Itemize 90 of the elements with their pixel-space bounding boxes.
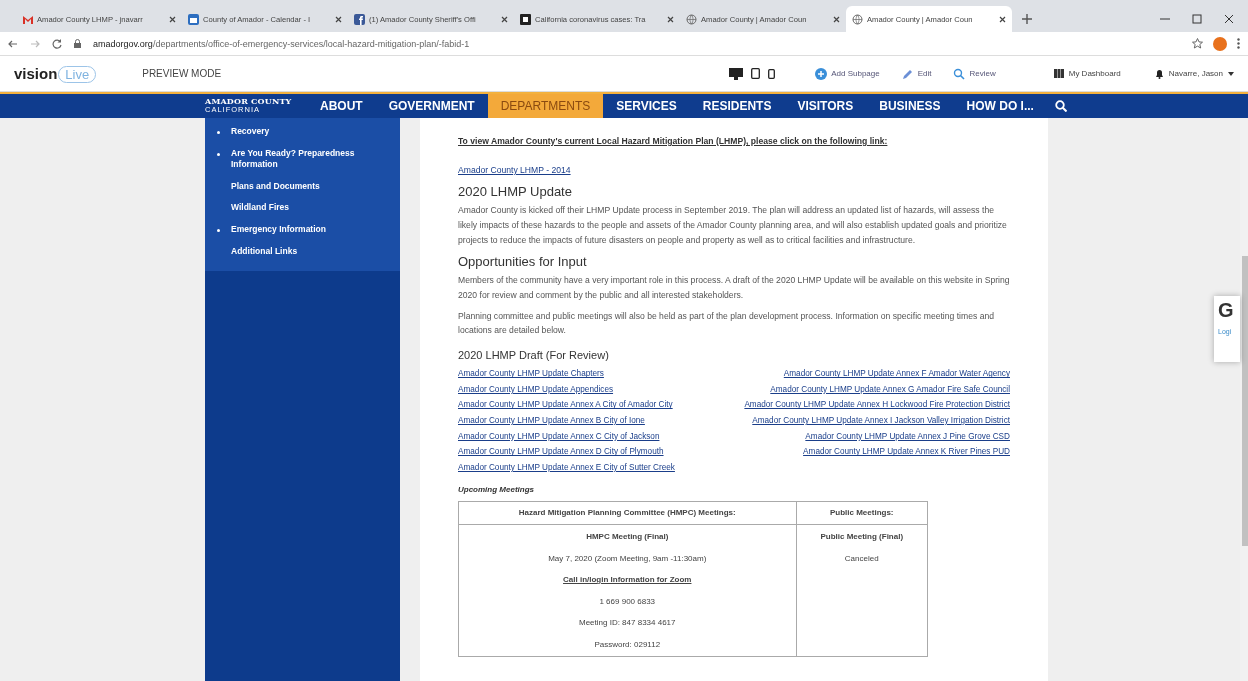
avatar-icon[interactable] [1213, 36, 1227, 51]
sidebar-item[interactable]: Plans and Documents [205, 175, 400, 198]
monitor-icon[interactable] [729, 67, 744, 80]
nav-item[interactable]: HOW DO I... [953, 94, 1047, 118]
visionlive-logo[interactable]: vision Live [14, 64, 97, 83]
plan-link[interactable]: Amador County LHMP - 2014 [458, 162, 571, 178]
paragraph: Amador County is kicked off their LHMP Update process in September 2019. The plan will address an updated list of hazards, will assess the likely impacts of these hazards to the people and assets of the Amador County planning area, and will also establish updated goals and prioritize projects to reduce the impacts of future disasters on people and property as well as to critical facilities and infrastructure. [458, 204, 1008, 247]
nav-item[interactable]: GOVERNMENT [375, 94, 488, 118]
grid-icon [1053, 69, 1064, 78]
maximize-icon[interactable] [1192, 14, 1202, 24]
dashboard-link[interactable]: My Dashboard [1053, 69, 1121, 78]
close-icon[interactable] [999, 15, 1006, 23]
nav-item[interactable]: RESIDENTS [689, 94, 785, 118]
mode-label: PREVIEW MODE [142, 68, 222, 79]
bullet-icon [216, 153, 220, 157]
bullet-icon [216, 131, 220, 134]
scrollbar-thumb[interactable] [1242, 256, 1248, 546]
document-link[interactable]: Amador County LHMP Update Appendices [458, 381, 614, 398]
column-header: Public Meetings: [796, 501, 928, 525]
bullet-icon [216, 228, 220, 232]
section-heading: Opportunities for Input [458, 253, 588, 272]
toolbar-button[interactable]: Review [953, 67, 996, 80]
widget-title: G [1218, 300, 1235, 320]
facebook-icon [354, 13, 365, 25]
column-header: Hazard Mitigation Planning Committee (HMPC) Meetings: [458, 501, 796, 525]
zoom-info-link[interactable]: Call in/login Information for Zoom [460, 569, 795, 591]
search-icon[interactable] [1054, 100, 1067, 112]
close-icon[interactable] [501, 15, 508, 23]
more-icon[interactable] [1237, 38, 1240, 49]
sidebar-item[interactable]: Additional Links [205, 241, 400, 263]
table-cell-text: May 7, 2020 (Zoom Meeting, 9am -11:30am) [547, 552, 708, 565]
section-heading: 2020 LHMP Draft (For Review) [458, 347, 610, 363]
document-link[interactable]: Amador County LHMP Update Annex G Amador Fire Safe Council [770, 381, 1010, 398]
document-link[interactable]: Amador County LHMP Update Annex K River Pines PUD [803, 444, 1010, 460]
globe-icon [686, 13, 697, 25]
close-icon[interactable] [1224, 14, 1234, 24]
toolbar-button[interactable]: Edit [901, 67, 932, 80]
globe-icon [852, 13, 863, 25]
document-link[interactable]: Amador County LHMP Update Annex H Lockwood Fire Protection District [744, 397, 1010, 414]
sidebar-item[interactable]: Are You Ready? Preparedness Information [205, 143, 400, 176]
close-icon[interactable] [335, 15, 342, 23]
toolbar-button[interactable]: Add Subpage [815, 67, 880, 80]
document-link[interactable]: Amador County LHMP Update Chapters [458, 366, 604, 382]
table-cell-text: Public Meeting (Final) [819, 531, 905, 543]
table-cell-text: Meeting ID: 847 8334 4617 [578, 617, 677, 629]
tablet-icon[interactable] [751, 68, 761, 79]
plus-icon[interactable] [1022, 14, 1032, 24]
close-icon[interactable] [667, 15, 674, 23]
reload-icon[interactable] [52, 38, 62, 49]
nav-item[interactable]: DEPARTMENTS [487, 94, 604, 118]
intro-link[interactable]: To view Amador County's current Local Hazard Mitigation Plan (LHMP), please click on the following link: [458, 134, 888, 149]
lock-icon [74, 39, 81, 48]
section-heading: 2020 LHMP Update [458, 183, 573, 202]
nav-item[interactable]: ABOUT [307, 94, 376, 118]
back-icon[interactable] [8, 38, 18, 49]
plus-circle-icon [815, 67, 828, 80]
close-icon[interactable] [169, 15, 176, 23]
user-menu[interactable]: Navarre, Jason [1154, 68, 1234, 79]
document-link[interactable]: Amador County LHMP Update Annex F Amador Water Agency [783, 366, 1010, 382]
close-icon[interactable] [833, 15, 840, 23]
document-link[interactable]: Amador County LHMP Update Annex C City of Jackson [458, 428, 660, 445]
bell-icon [1154, 68, 1164, 79]
search-icon [953, 67, 966, 80]
nav-item[interactable]: VISITORS [784, 94, 867, 118]
phone-icon[interactable] [768, 68, 776, 79]
caret-icon[interactable] [1228, 71, 1234, 76]
document-link[interactable]: Amador County LHMP Update Annex I Jackson Valley Irrigation District [752, 413, 1010, 429]
address-field[interactable]: amadorgov.org/departments/office-of-emergency-services/local-hazard-mitigation-plan/-fabid-1 [93, 38, 470, 49]
document-link[interactable]: Amador County LHMP Update Annex J Pine Grove CSD [805, 428, 1010, 445]
mail-icon [22, 13, 33, 25]
pencil-icon [901, 67, 914, 80]
paragraph: Planning committee and public meetings will also be held as part of the plan development process. Information on specific meeting times and locations are detailed below. [458, 309, 995, 338]
nav-item[interactable]: SERVICES [603, 94, 690, 118]
table-cell-text: HMPC Meeting (Final) [585, 531, 670, 543]
table-cell-text: 1 669 900 6833 [598, 595, 657, 608]
square-logo-icon [520, 13, 531, 25]
calendar-icon [188, 13, 199, 25]
document-link[interactable]: Amador County LHMP Update Annex A City of Amador City [458, 397, 673, 414]
document-link[interactable]: Amador County LHMP Update Annex D City of Plymouth [458, 444, 664, 460]
star-icon[interactable] [1192, 38, 1203, 49]
table-cell-text: Canceled [843, 552, 880, 565]
document-link[interactable]: Amador County LHMP Update Annex B City of Ione [458, 413, 645, 429]
document-link[interactable]: Amador County LHMP Update Annex E City of Sutter Creek [458, 459, 675, 476]
table-cell-text: Password: 029112 [593, 638, 662, 651]
sidebar-item[interactable]: Emergency Information [205, 218, 400, 241]
sidebar-item[interactable]: Recovery [205, 121, 400, 144]
nav-item[interactable]: BUSINESS [866, 94, 954, 118]
paragraph: Members of the community have a very important role in this process. A draft of the 2020 LHMP Update will be available on this website in Spring 2020 for review and comment by the public and all interested stakeholders. [458, 274, 1010, 303]
sidebar-item[interactable]: Wildland Fires [205, 197, 400, 219]
meetings-heading: Upcoming Meetings [458, 484, 535, 497]
